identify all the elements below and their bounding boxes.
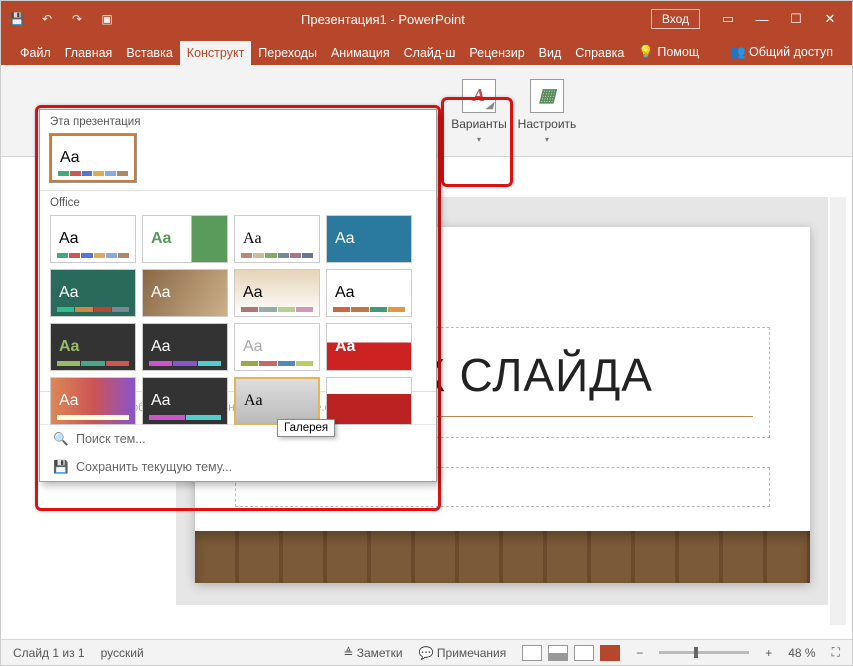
save-theme-icon: 💾 <box>54 460 68 474</box>
view-buttons <box>522 645 620 661</box>
theme-thumb[interactable]: Aa <box>142 323 228 371</box>
configure-button[interactable]: ▦ Настроить ▾ <box>513 67 581 155</box>
variants-button[interactable]: A◢ Варианты ▾ <box>445 67 513 155</box>
variants-icon: A◢ <box>462 79 496 113</box>
theme-thumb[interactable]: Aa <box>234 323 320 371</box>
theme-thumb[interactable]: Aa <box>50 377 136 425</box>
tab-view[interactable]: Вид <box>532 41 569 65</box>
theme-thumb[interactable]: Aa <box>234 215 320 263</box>
zoom-slider[interactable] <box>659 651 749 654</box>
tab-help[interactable]: Справка <box>568 41 631 65</box>
tell-me[interactable]: 💡 Помощ <box>631 40 706 65</box>
theme-tooltip: Галерея <box>277 419 335 437</box>
fit-slide-icon[interactable]: ⛶ <box>832 645 840 660</box>
notes-button[interactable]: ≜ Заметки <box>343 646 402 660</box>
ribbon-options-icon[interactable]: ▭ <box>714 8 742 30</box>
themes-gallery-panel: Эта презентация Aa Office Aa Aa Aa Aa Aa… <box>39 109 437 482</box>
theme-thumb[interactable]: Aa <box>50 215 136 263</box>
theme-thumb[interactable]: Aa <box>142 215 228 263</box>
theme-thumb[interactable]: Aa <box>326 215 412 263</box>
theme-thumb-current[interactable]: Aa <box>50 134 136 182</box>
tab-animations[interactable]: Анимация <box>324 41 397 65</box>
signin-button[interactable]: Вход <box>651 9 700 29</box>
sorter-view-icon[interactable] <box>548 645 568 661</box>
window-title: Презентация1 - PowerPoint <box>115 12 651 27</box>
tab-file[interactable]: Файл <box>13 41 58 65</box>
title-bar: 💾 ↶ ↷ ▣ Презентация1 - PowerPoint Вход ▭… <box>1 1 852 37</box>
slide-counter[interactable]: Слайд 1 из 1 <box>13 646 85 660</box>
normal-view-icon[interactable] <box>522 645 542 661</box>
maximize-icon[interactable]: ☐ <box>782 8 810 30</box>
chevron-down-icon: ▾ <box>477 135 481 144</box>
tab-review[interactable]: Рецензир <box>462 41 531 65</box>
theme-thumb[interactable]: Aa <box>142 377 228 425</box>
theme-thumb-hover[interactable]: Aa <box>234 377 320 425</box>
theme-thumb[interactable]: Aa <box>50 269 136 317</box>
search-icon: 🔍 <box>54 432 68 446</box>
status-bar: Слайд 1 из 1 русский ≜ Заметки 💬 Примеча… <box>1 639 852 665</box>
zoom-level[interactable]: 48 % <box>788 646 815 660</box>
section-office: Office <box>40 190 436 211</box>
save-theme-item[interactable]: 💾 Сохранить текущую тему... <box>40 453 436 481</box>
close-icon[interactable]: ✕ <box>816 8 844 30</box>
undo-icon[interactable]: ↶ <box>39 11 55 27</box>
configure-icon: ▦ <box>530 79 564 113</box>
theme-thumb[interactable]: Aa <box>326 323 412 371</box>
tab-insert[interactable]: Вставка <box>119 41 179 65</box>
reading-view-icon[interactable] <box>574 645 594 661</box>
quick-access-toolbar: 💾 ↶ ↷ ▣ <box>9 11 115 27</box>
language-indicator[interactable]: русский <box>101 646 144 660</box>
theme-thumb[interactable]: Aa <box>142 269 228 317</box>
tab-transitions[interactable]: Переходы <box>251 41 324 65</box>
ribbon-tabs: Файл Главная Вставка Конструкт Переходы … <box>1 37 852 65</box>
save-icon[interactable]: 💾 <box>9 11 25 27</box>
minimize-icon[interactable]: — <box>748 8 776 30</box>
theme-thumb[interactable]: Aa <box>234 269 320 317</box>
tab-design[interactable]: Конструкт <box>180 41 252 65</box>
zoom-in-icon[interactable]: + <box>765 646 772 660</box>
share-button[interactable]: 👥 Общий доступ <box>723 40 840 65</box>
theme-thumb[interactable]: Aa <box>326 377 412 425</box>
redo-icon[interactable]: ↷ <box>69 11 85 27</box>
start-show-icon[interactable]: ▣ <box>99 11 115 27</box>
vertical-scrollbar[interactable] <box>830 197 846 625</box>
search-themes-item[interactable]: 🔍 Поиск тем... <box>40 425 436 453</box>
theme-thumb[interactable]: Aa <box>50 323 136 371</box>
configure-label: Настроить <box>518 117 577 131</box>
slideshow-view-icon[interactable] <box>600 645 620 661</box>
chevron-down-icon: ▾ <box>545 135 549 144</box>
tab-slideshow[interactable]: Слайд-ш <box>397 41 463 65</box>
section-this-presentation: Эта презентация <box>40 110 436 130</box>
comments-button[interactable]: 💬 Примечания <box>419 646 507 660</box>
slide-floor-decor <box>195 531 810 583</box>
theme-thumb[interactable]: Aa <box>326 269 412 317</box>
variants-label: Варианты <box>451 117 506 131</box>
zoom-out-icon[interactable]: − <box>636 646 643 660</box>
tab-home[interactable]: Главная <box>58 41 120 65</box>
